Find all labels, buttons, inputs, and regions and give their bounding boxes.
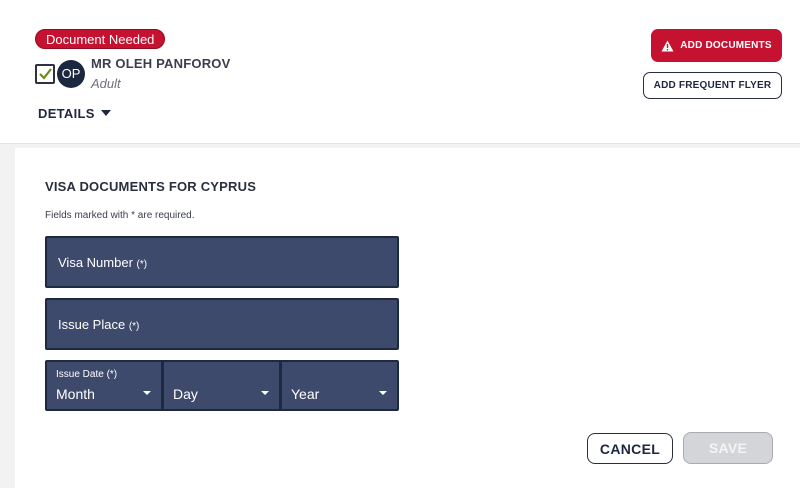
add-documents-label: ADD DOCUMENTS bbox=[680, 40, 772, 51]
month-select[interactable]: Month bbox=[45, 360, 163, 411]
passenger-card: Document Needed OP MR OLEH PANFOROV Adul… bbox=[0, 0, 800, 144]
required-note: Fields marked with * are required. bbox=[45, 210, 195, 221]
check-icon bbox=[39, 68, 52, 80]
visa-form: VISA DOCUMENTS FOR CYPRUS Fields marked … bbox=[15, 148, 800, 488]
cancel-button[interactable]: CANCEL bbox=[587, 433, 673, 464]
day-value: Day bbox=[173, 386, 198, 402]
visa-number-label: Visa Number (*) bbox=[58, 255, 148, 270]
warning-icon bbox=[661, 40, 674, 51]
passenger-checkbox[interactable] bbox=[35, 64, 55, 84]
month-value: Month bbox=[56, 386, 95, 402]
visa-number-field[interactable]: Visa Number (*) bbox=[45, 236, 399, 288]
year-select[interactable]: Year bbox=[281, 360, 399, 411]
issue-place-field[interactable]: Issue Place (*) bbox=[45, 298, 399, 350]
caret-down-icon bbox=[143, 391, 151, 395]
section-title: VISA DOCUMENTS FOR CYPRUS bbox=[45, 179, 257, 194]
passenger-type: Adult bbox=[91, 76, 121, 91]
save-button[interactable]: SAVE bbox=[683, 432, 773, 464]
day-select[interactable]: Day bbox=[163, 360, 281, 411]
avatar: OP bbox=[57, 60, 85, 88]
caret-down-icon bbox=[379, 391, 387, 395]
issue-place-label: Issue Place (*) bbox=[58, 317, 140, 332]
caret-down-icon bbox=[261, 391, 269, 395]
add-frequent-flyer-button[interactable]: ADD FREQUENT FLYER bbox=[643, 72, 782, 99]
details-label: DETAILS bbox=[38, 106, 95, 121]
issue-date-group: Issue Date (*) Month Day Year bbox=[45, 360, 399, 411]
year-value: Year bbox=[291, 386, 320, 402]
status-badge: Document Needed bbox=[35, 29, 166, 49]
details-toggle[interactable]: DETAILS bbox=[38, 106, 111, 121]
issue-date-label: Issue Date (*) bbox=[56, 369, 118, 380]
passenger-name: MR OLEH PANFOROV bbox=[91, 56, 231, 71]
caret-down-icon bbox=[100, 110, 111, 116]
add-documents-button[interactable]: ADD DOCUMENTS bbox=[651, 29, 782, 62]
